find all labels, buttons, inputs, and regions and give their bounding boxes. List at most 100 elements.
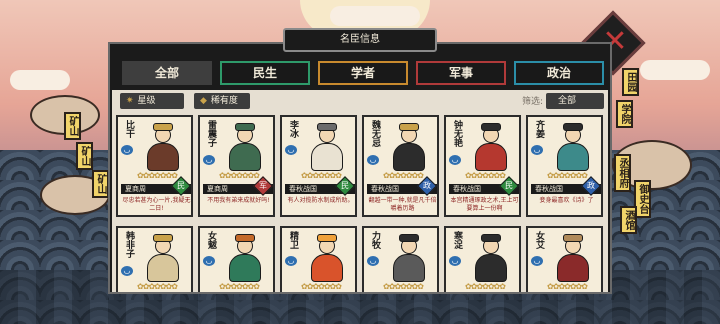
- type-label: 政: [587, 181, 595, 190]
- rarity-badge: ◡: [531, 145, 543, 155]
- star-rating: ✿✿✿✿✿✿✿: [301, 282, 342, 291]
- minister-portrait: [221, 234, 269, 284]
- portrait-robe: [475, 143, 507, 171]
- minister-quote: 尽忠若甚为心一片,我疑无二日!: [122, 197, 191, 212]
- rarity-badge: ◡: [285, 256, 297, 266]
- minister-portrait: [549, 234, 597, 284]
- minister-portrait: [139, 234, 187, 284]
- map-sign-tavern[interactable]: 酒馆: [620, 206, 637, 234]
- portrait-robe: [229, 254, 261, 282]
- minister-portrait: [467, 123, 515, 173]
- sort-rarity-button[interactable]: ◆稀有度▲: [194, 93, 250, 122]
- tab-all[interactable]: 全部: [122, 61, 212, 85]
- minister-portrait: [385, 123, 433, 173]
- map-sign-fields[interactable]: 田园: [622, 68, 639, 96]
- minister-quote: 有人对揽防水制成所助。: [287, 197, 354, 204]
- minister-quote: 不用我有弟来成就好吗!: [207, 197, 270, 204]
- tab-politics[interactable]: 政治: [514, 61, 604, 85]
- minister-card[interactable]: 韩非子 ◡ ✿✿✿✿✿✿✿: [116, 226, 193, 292]
- sort-star-label: 星级: [137, 96, 156, 106]
- minister-quote: 妾身最喜欢《诗》了: [539, 197, 594, 204]
- portrait-hat: [153, 234, 173, 242]
- minister-quote: 本宫精通琢政之术,王上可要算上一份啊: [450, 197, 519, 212]
- tab-scholar[interactable]: 学者: [318, 61, 408, 85]
- sort-rarity-label: 稀有度: [210, 96, 238, 106]
- portrait-hat: [153, 123, 173, 131]
- star-rating: ✿✿✿✿✿✿✿: [383, 282, 424, 291]
- minister-card[interactable]: 力牧 ◡ ✿✿✿✿✿✿✿: [362, 226, 439, 292]
- diamond-icon: ◆: [200, 96, 207, 106]
- tab-livelihood[interactable]: 民生: [220, 61, 310, 85]
- filter-prefix: 筛选:: [522, 97, 544, 107]
- minister-card[interactable]: 比干 ◡ ✿✿✿✿✿✿✿ 夏商周 民 尽忠若甚为心一片,我疑无二日!: [116, 115, 193, 217]
- minister-card[interactable]: 魏无忌 ◡ ✿✿✿✿✿✿✿ 春秋战国 政 翻越一带一种,就是凡千倍嚼着历路: [362, 115, 439, 217]
- portrait-robe: [393, 254, 425, 282]
- minister-portrait: [303, 234, 351, 284]
- cloud: [330, 6, 420, 26]
- type-label: 民: [505, 181, 513, 190]
- rarity-badge: ◡: [203, 256, 215, 266]
- minister-name: 魏无忌: [370, 120, 380, 147]
- minister-card[interactable]: 钟无艳 ◡ ✿✿✿✿✿✿✿ 春秋战国 民 本宫精通琢政之术,王上可要算上一份啊: [444, 115, 521, 217]
- cloud: [10, 70, 70, 90]
- category-tabs: 全部 民生 学者 军事 政治: [122, 61, 606, 85]
- minister-name: 力牧: [370, 231, 380, 249]
- type-label: 民: [341, 181, 349, 190]
- minister-name: 钟无艳: [452, 120, 462, 147]
- portrait-hat: [399, 234, 419, 242]
- portrait-robe: [229, 143, 261, 171]
- portrait-hat: [317, 234, 337, 242]
- minister-name: 比干: [124, 120, 134, 138]
- portrait-hat: [563, 123, 583, 131]
- map-sign-chancellor[interactable]: 丞相府: [614, 154, 631, 192]
- portrait-hat: [235, 234, 255, 242]
- minister-card[interactable]: 齐姜 ◡ ✿✿✿✿✿✿✿ 春秋战国 政 妾身最喜欢《诗》了: [526, 115, 603, 217]
- minister-portrait: [467, 234, 515, 284]
- minister-quote: 翻越一带一种,就是凡千倍嚼着历路: [368, 197, 437, 212]
- minister-portrait: [221, 123, 269, 173]
- rarity-badge: ◡: [449, 155, 461, 165]
- minister-portrait: [549, 123, 597, 173]
- filter-dropdown[interactable]: 全部•••: [546, 93, 604, 122]
- filter-bar: ✷星级 ◆稀有度▲ 筛选: 全部•••: [112, 90, 608, 122]
- minister-portrait: [385, 234, 433, 284]
- map-sign-mine-1[interactable]: 矿山: [64, 112, 81, 140]
- star-rating: ✿✿✿✿✿✿✿: [219, 282, 260, 291]
- map-sign-mine-2[interactable]: 矿山: [76, 142, 93, 170]
- type-label: 民: [177, 181, 185, 190]
- minister-card[interactable]: 精卫 ◡ ✿✿✿✿✿✿✿: [280, 226, 357, 292]
- type-label: 军: [259, 181, 267, 190]
- minister-card[interactable]: 女艾 ◡ ✿✿✿✿✿✿✿: [526, 226, 603, 292]
- rarity-badge: ◡: [367, 256, 379, 266]
- filter-value: 全部: [558, 96, 577, 106]
- minister-name: 齐姜: [534, 120, 544, 138]
- minister-card[interactable]: 雷震子 ◡ ✿✿✿✿✿✿✿ 夏商周 军 不用我有弟来成就好吗!: [198, 115, 275, 217]
- portrait-robe: [475, 254, 507, 282]
- tab-military[interactable]: 军事: [416, 61, 506, 85]
- minister-name: 雷震子: [206, 120, 216, 147]
- minister-name: 李冰: [288, 120, 298, 138]
- map-sign-academy[interactable]: 学院: [616, 100, 633, 128]
- star-rating: ✿✿✿✿✿✿✿: [547, 282, 588, 291]
- minister-card[interactable]: 寒浞 ◡ ✿✿✿✿✿✿✿: [444, 226, 521, 292]
- minister-name: 女艾: [534, 231, 544, 249]
- minister-portrait: [139, 123, 187, 173]
- rarity-badge: ◡: [367, 155, 379, 165]
- portrait-robe: [393, 143, 425, 171]
- dialog-title: 名臣信息: [283, 28, 437, 52]
- portrait-hat: [481, 234, 501, 242]
- rarity-badge: ◡: [449, 256, 461, 266]
- minister-card[interactable]: 女魃 ◡ ✿✿✿✿✿✿✿: [198, 226, 275, 292]
- minister-name: 寒浞: [452, 231, 462, 249]
- map-sign-mine-3[interactable]: 矿山: [92, 170, 109, 198]
- rarity-badge: ◡: [121, 145, 133, 155]
- portrait-hat: [235, 123, 255, 131]
- portrait-robe: [147, 254, 179, 282]
- minister-name: 韩非子: [124, 231, 134, 258]
- sort-star-button[interactable]: ✷ 星级: [120, 93, 184, 109]
- portrait-hat: [317, 123, 337, 131]
- rarity-badge: ◡: [285, 145, 297, 155]
- portrait-hat: [481, 123, 501, 131]
- minister-name: 女魃: [206, 231, 216, 249]
- minister-card[interactable]: 李冰 ◡ ✿✿✿✿✿✿✿ 春秋战国 民 有人对揽防水制成所助。: [280, 115, 357, 217]
